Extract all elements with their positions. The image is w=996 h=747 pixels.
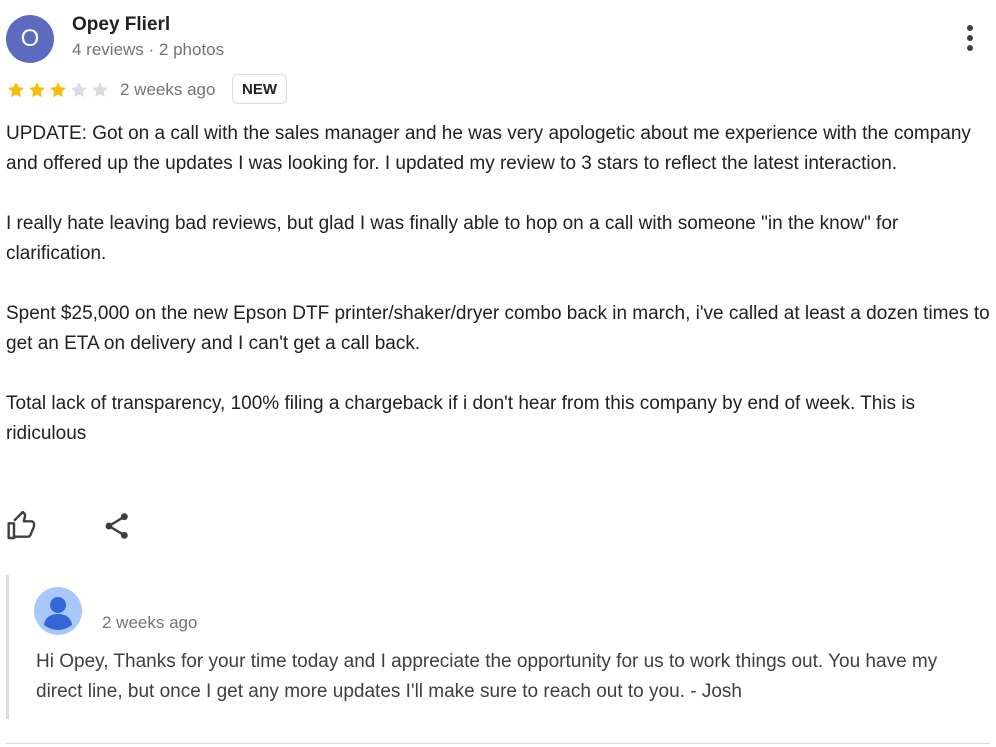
- more-options-button[interactable]: [950, 20, 990, 56]
- reply-text: Hi Opey, Thanks for your time today and …: [36, 651, 938, 702]
- reviewer-name[interactable]: Opey Flierl: [72, 14, 170, 36]
- review-paragraph: UPDATE: Got on a call with the sales man…: [6, 123, 971, 174]
- star-empty-icon: [71, 82, 87, 98]
- more-vert-icon-dot: [967, 45, 973, 51]
- thumbs-up-icon: [7, 510, 36, 540]
- divider: [6, 743, 990, 744]
- reviewer-meta: 4 reviews · 2 photos: [72, 40, 225, 59]
- review-paragraph: Total lack of transparency, 100% filing …: [6, 393, 916, 444]
- new-badge: NEW: [232, 74, 287, 104]
- star-rating: [6, 80, 110, 100]
- star-filled-icon: [29, 82, 45, 98]
- share-button[interactable]: [101, 510, 133, 542]
- more-vert-icon-dot: [967, 35, 973, 41]
- review-time: 2 weeks ago: [120, 80, 216, 99]
- star-filled-icon: [50, 82, 66, 98]
- review-paragraph: Spent $25,000 on the new Epson DTF print…: [6, 303, 990, 354]
- reply-time: 2 weeks ago: [102, 613, 198, 632]
- owner-avatar: [34, 587, 82, 635]
- like-button[interactable]: [6, 510, 38, 542]
- reviewer-avatar[interactable]: O: [6, 15, 54, 63]
- owner-reply: 2 weeks ago Hi Opey, Thanks for your tim…: [6, 575, 989, 719]
- star-empty-icon: [92, 82, 108, 98]
- star-filled-icon: [8, 82, 24, 98]
- share-icon: [105, 513, 128, 539]
- review-text: UPDATE: Got on a call with the sales man…: [6, 119, 990, 449]
- more-vert-icon: [967, 25, 973, 31]
- review-paragraph: I really hate leaving bad reviews, but g…: [6, 213, 899, 264]
